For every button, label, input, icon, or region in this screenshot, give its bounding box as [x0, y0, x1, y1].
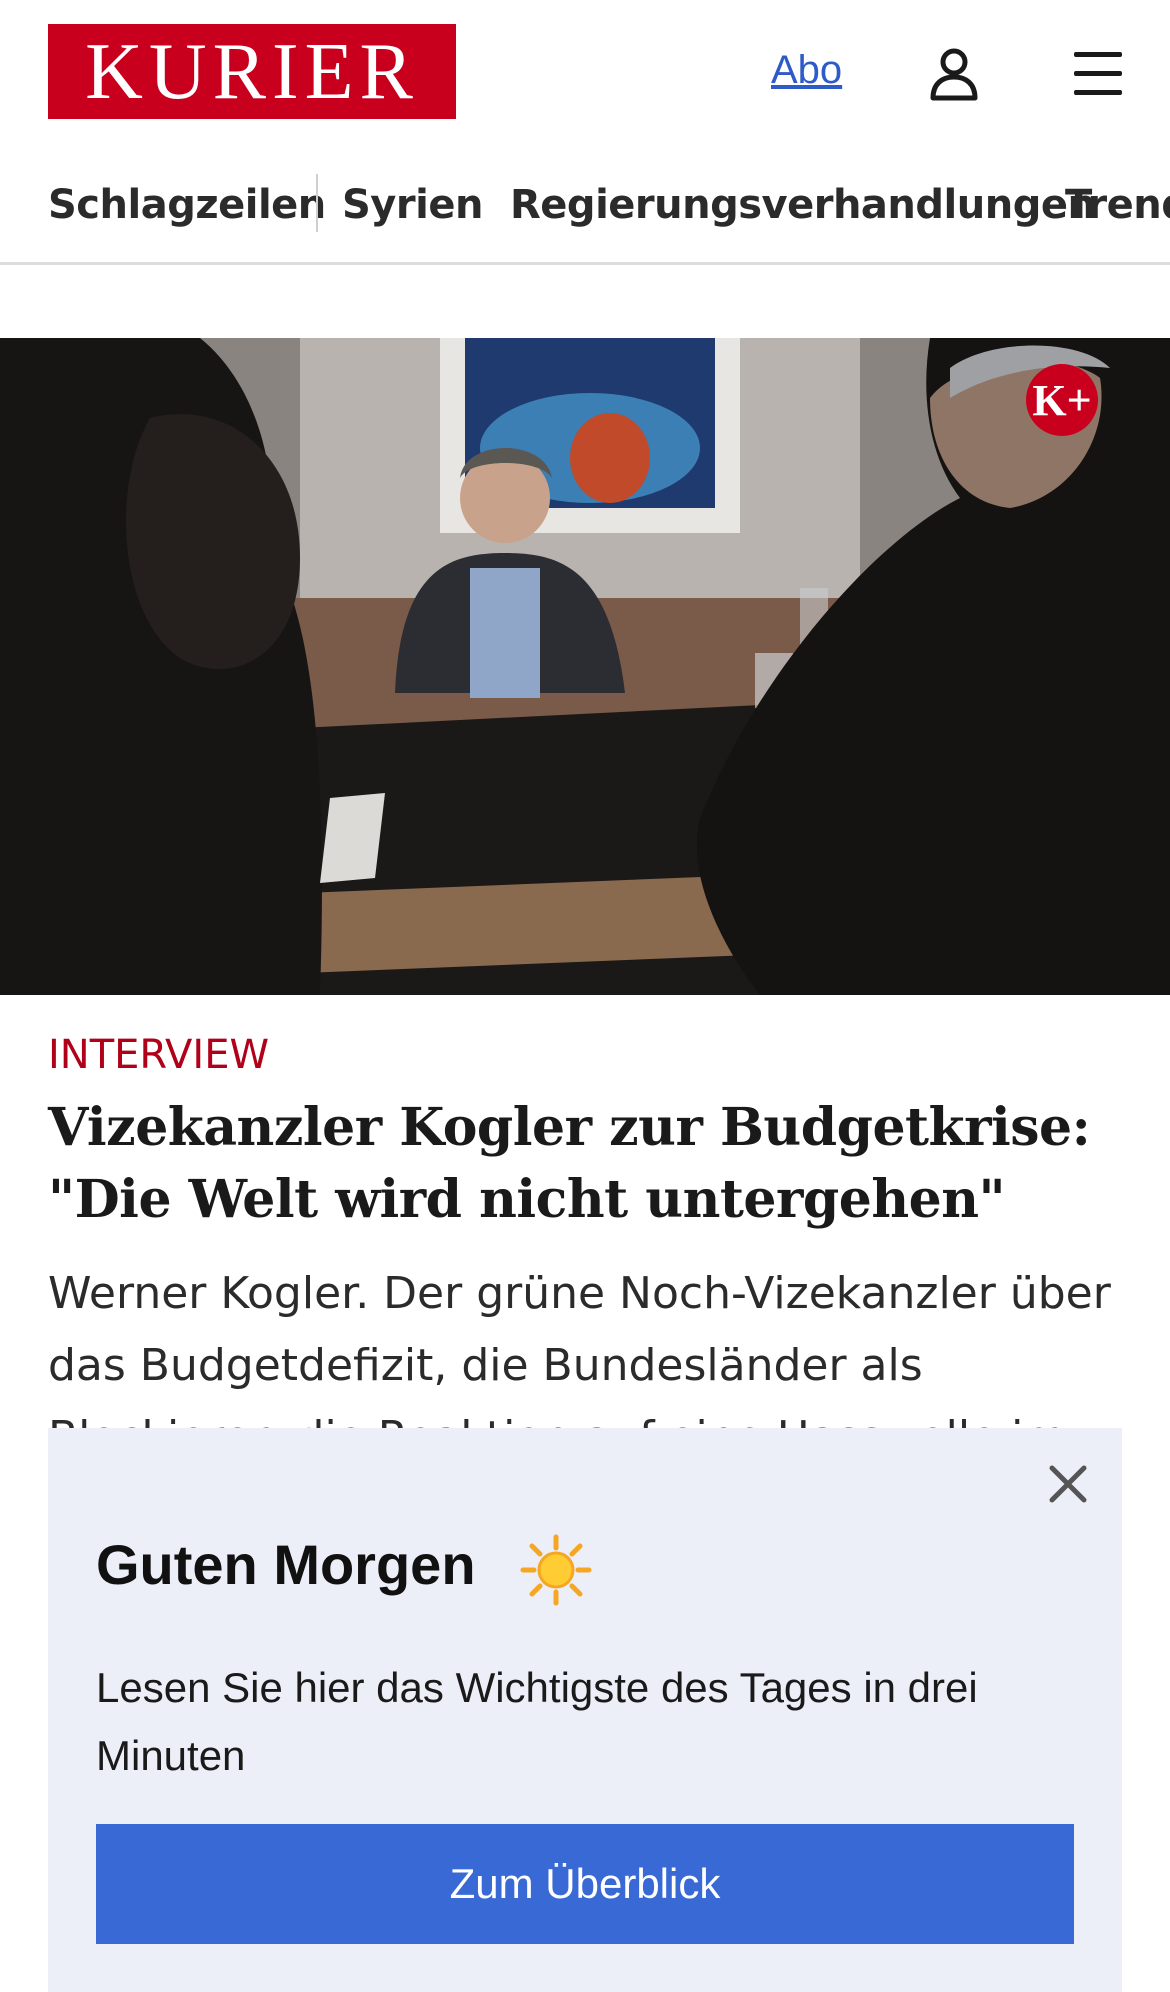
kurier-logo[interactable]: KURIER	[48, 24, 456, 119]
popup-title: Guten Morgen	[96, 1533, 476, 1596]
article-headline[interactable]: Vizekanzler Kogler zur Budgetkrise: "Die…	[48, 1092, 1128, 1236]
user-icon[interactable]	[924, 44, 984, 104]
sun-icon	[520, 1534, 592, 1606]
topic-nav: Schlagzeilen Syrien Regierungsverhandlun…	[0, 160, 1170, 265]
popup-description: Lesen Sie hier das Wichtigste des Tages …	[96, 1664, 978, 1779]
zum-ueberblick-button[interactable]: Zum Überblick	[96, 1824, 1074, 1944]
abo-link[interactable]: Abo	[771, 48, 842, 93]
nav-item-syrien[interactable]: Syrien	[342, 182, 483, 228]
menu-icon[interactable]	[1068, 44, 1128, 104]
nav-item-trends[interactable]: Trends	[1065, 182, 1170, 228]
kplus-badge: K+	[1026, 364, 1098, 436]
nav-item-regierungsverhandlungen[interactable]: Regierungsverhandlungen	[510, 182, 1096, 228]
article-kicker: INTERVIEW	[48, 1032, 270, 1078]
close-icon[interactable]	[1044, 1460, 1092, 1508]
nav-divider	[316, 174, 318, 232]
article-teaser[interactable]: Werner Kogler. Der grüne Noch-Vizekanzle…	[48, 1258, 1128, 1438]
article-hero-image[interactable]	[0, 338, 1170, 995]
nav-item-schlagzeilen[interactable]: Schlagzeilen	[48, 182, 326, 228]
site-header: KURIER Abo	[0, 0, 1170, 150]
